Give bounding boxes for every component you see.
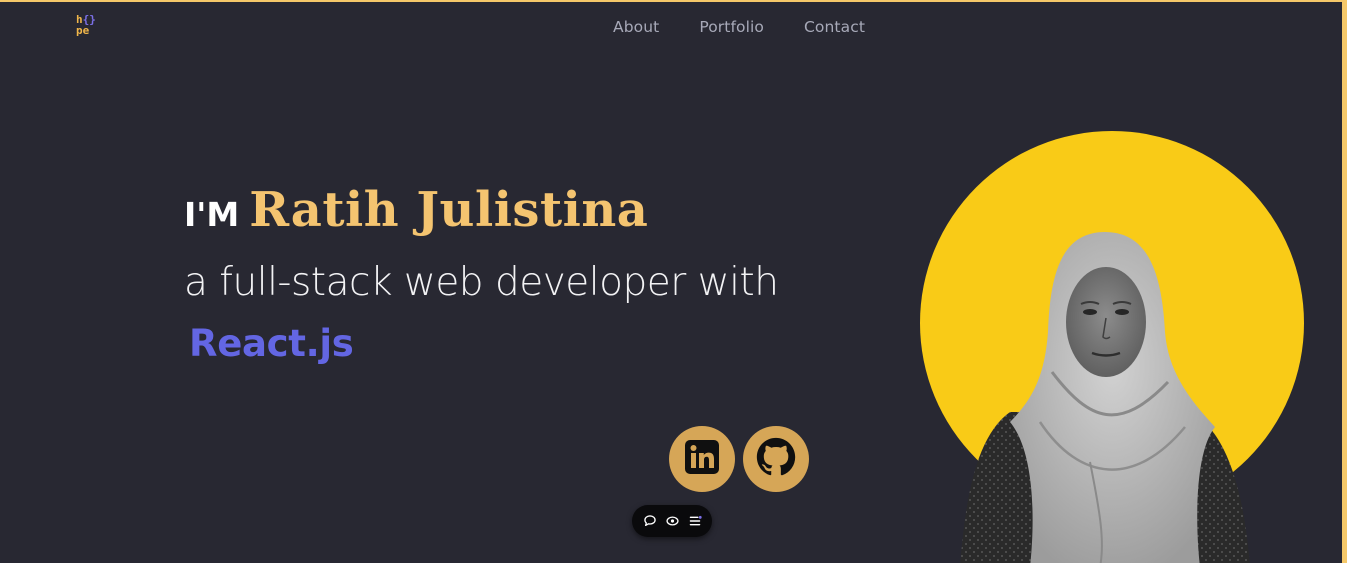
linkedin-icon (684, 439, 720, 479)
github-icon (756, 437, 796, 481)
main-nav: About Portfolio Contact (613, 18, 865, 36)
nav-about[interactable]: About (613, 18, 659, 36)
nav-portfolio[interactable]: Portfolio (699, 18, 764, 36)
menu-list-icon[interactable] (686, 512, 704, 530)
page: h{} pe About Portfolio Contact I'M Ratih … (0, 2, 1342, 563)
github-button[interactable] (743, 426, 809, 492)
logo-letters-pe: pe (76, 24, 90, 37)
hero-heading: I'M Ratih Julistina (184, 182, 648, 238)
eye-icon[interactable] (663, 512, 681, 530)
comment-icon[interactable] (641, 512, 659, 530)
linkedin-button[interactable] (669, 426, 735, 492)
hero-prefix: I'M (184, 195, 240, 234)
hero-name: Ratih Julistina (249, 182, 649, 238)
profile-photo (940, 222, 1270, 563)
floating-toolbar (632, 505, 712, 537)
logo[interactable]: h{} pe (76, 14, 100, 40)
hero-tech: React.js (189, 322, 354, 365)
nav-contact[interactable]: Contact (804, 18, 865, 36)
hero-subtitle: a full-stack web developer with (184, 260, 779, 305)
